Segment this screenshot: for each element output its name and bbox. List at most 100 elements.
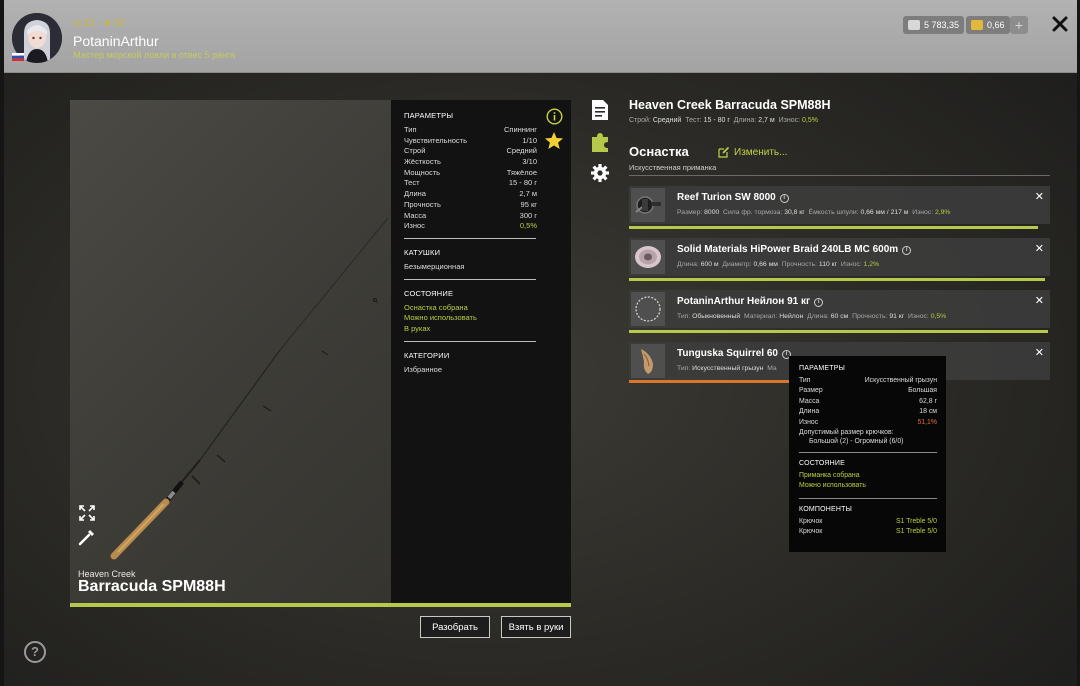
remove-item-icon[interactable]: ✕: [1035, 294, 1044, 307]
remove-item-icon[interactable]: ✕: [1035, 190, 1044, 203]
tooltip-row: Размер Большая: [799, 386, 937, 396]
circle-level-icon: ◎: [73, 18, 82, 29]
param-label: Тест: [404, 178, 420, 188]
length-value: 2,7 м: [758, 117, 775, 124]
take-in-hands-button[interactable]: Взять в руки: [501, 616, 571, 638]
spec-label: Прочность:: [781, 261, 818, 268]
item-name: Tunguska Squirrel 60 i: [677, 348, 791, 359]
wear-label: Износ:: [778, 117, 801, 124]
spec-value: 110 кг: [818, 261, 838, 268]
component-label: Крючок: [799, 517, 823, 525]
spec-value: 0,66 мм / 217 м: [860, 209, 909, 216]
item-title: PotaninArthur Нейлон 91 кг: [677, 296, 811, 307]
param-value: 51,1%: [917, 418, 937, 426]
state-line: В руках: [404, 323, 431, 333]
gold-value: 0,66: [987, 20, 1005, 30]
tackle-slot-line[interactable]: Solid Materials HiPower Braid 240LB MC 6…: [629, 238, 1050, 276]
tool-icon[interactable]: [78, 528, 96, 546]
param-label: Длина: [404, 189, 426, 199]
spec-label: Ёмкость шпули:: [808, 209, 859, 216]
item-title: Solid Materials HiPower Braid 240LB MC 6…: [677, 244, 899, 255]
silver-balance[interactable]: 5 783,35: [903, 16, 965, 34]
spec-value: 0,66 мм: [753, 261, 778, 268]
gold-balance[interactable]: 0,66: [966, 16, 1010, 34]
item-name: PotaninArthur Нейлон 91 кг i: [677, 296, 824, 307]
gold-icon: [971, 20, 983, 30]
add-gold-button[interactable]: +: [1010, 16, 1028, 34]
tackle-slot-reel[interactable]: Reef Turion SW 8000 i Размер: 8000 Сила ф…: [629, 186, 1050, 224]
rod-image: [110, 217, 389, 560]
param-label: Мощность: [404, 167, 441, 177]
item-specs: Длина: 600 м Диаметр: 0,66 мм Прочность:…: [677, 261, 879, 268]
param-row: Тест 15 - 80 г: [404, 178, 537, 189]
edit-label: Изменить...: [734, 146, 788, 158]
spec-value: Нейлон: [779, 313, 804, 320]
edit-tackle-link[interactable]: Изменить...: [718, 146, 787, 158]
item-title: Reef Turion SW 8000: [677, 192, 776, 203]
build-value: Средний: [652, 117, 682, 124]
spec-label: Длина:: [807, 313, 829, 320]
divider: [404, 237, 536, 239]
rod-info-panel: ПАРАМЕТРЫ Тип Спиннинг Чувствительность 1/1…: [391, 100, 571, 603]
edit-icon: [718, 146, 730, 158]
level-value: 42: [83, 18, 95, 29]
param-row: Масса 300 г: [404, 211, 537, 222]
fullscreen-icon[interactable]: [78, 504, 96, 522]
tooltip-row: Длина 18 см: [799, 407, 937, 417]
param-value: Искусственный грызун: [864, 377, 937, 384]
tooltip-row: Тип Искусственный грызун: [799, 376, 937, 386]
param-row: Мощность Тяжёлое: [404, 168, 537, 179]
document-icon[interactable]: [590, 99, 610, 121]
reel-thumbnail: [631, 188, 665, 222]
test-label: Тест:: [685, 117, 702, 124]
param-label: Тип: [404, 125, 417, 134]
item-specs: Тип: Искусственный грызун Ма: [677, 365, 777, 372]
component-value: S1 Treble 5/0: [896, 517, 937, 525]
param-value: 15 - 80 г: [508, 178, 537, 188]
close-icon[interactable]: [1050, 14, 1070, 34]
remove-item-icon[interactable]: ✕: [1035, 242, 1044, 255]
params-list: Тип Спиннинг Чувствительность 1/10 Строй Сред…: [404, 125, 537, 232]
info-icon[interactable]: [546, 108, 563, 125]
spec-value: 1,2%: [863, 261, 880, 268]
state-line: Можно использовать: [404, 313, 477, 323]
spec-value: 8000: [704, 209, 720, 216]
info-icon[interactable]: i: [779, 194, 789, 203]
puzzle-icon[interactable]: [590, 131, 610, 153]
spec-label: Износ:: [840, 261, 862, 268]
spec-label: Ма: [767, 365, 777, 372]
hooks-info: Допустимый размер крючков: Большой (2) -…: [799, 428, 937, 446]
gear-icon[interactable]: [590, 162, 610, 184]
spec-value: Искусственный грызун: [692, 365, 764, 372]
rod-viewer[interactable]: Heaven Creek Barracuda SPM88H: [70, 100, 391, 603]
disassemble-button[interactable]: Разобрать: [420, 616, 490, 638]
param-row: Прочность 95 кг: [404, 200, 537, 211]
spec-label: Износ:: [908, 313, 929, 320]
username[interactable]: PotaninArthur: [73, 33, 159, 49]
param-label: Размер: [799, 387, 823, 395]
rank-title: Мастер морской ловли в отвес 5 ранга: [73, 50, 236, 60]
rod-title: Heaven Creek Barracuda SPM88H: [629, 98, 831, 112]
param-label: Жёсткость: [404, 157, 441, 167]
param-value: 2,7 м: [519, 189, 537, 199]
lure-category: Искусственная приманка: [629, 163, 717, 172]
spec-value: 2,9%: [934, 209, 951, 216]
info-icon[interactable]: i: [902, 246, 912, 255]
help-icon[interactable]: ?: [24, 641, 46, 663]
frame-left: [0, 0, 4, 686]
favorite-star-icon[interactable]: [544, 131, 564, 151]
param-label: Строй: [404, 146, 426, 156]
param-value: 18 см: [919, 408, 937, 416]
spec-value: 30,8 кг: [784, 209, 805, 216]
item-specs: Размер: 8000 Сила фр. тормоза: 30,8 кг Ё…: [677, 209, 950, 216]
leader-thumbnail: [631, 292, 665, 326]
reels-title: КАТУШКИ: [404, 247, 441, 257]
length-label: Длина:: [733, 117, 757, 124]
info-icon[interactable]: i: [814, 298, 824, 307]
tackle-slot-leader[interactable]: PotaninArthur Нейлон 91 кг i Тип: Обыкнов…: [629, 290, 1050, 328]
state-line: Можно использовать: [799, 482, 866, 490]
component-label: Крючок: [799, 528, 823, 536]
divider: [799, 497, 937, 499]
remove-item-icon[interactable]: ✕: [1035, 346, 1044, 359]
state-line: Приманка собрана: [799, 471, 860, 479]
